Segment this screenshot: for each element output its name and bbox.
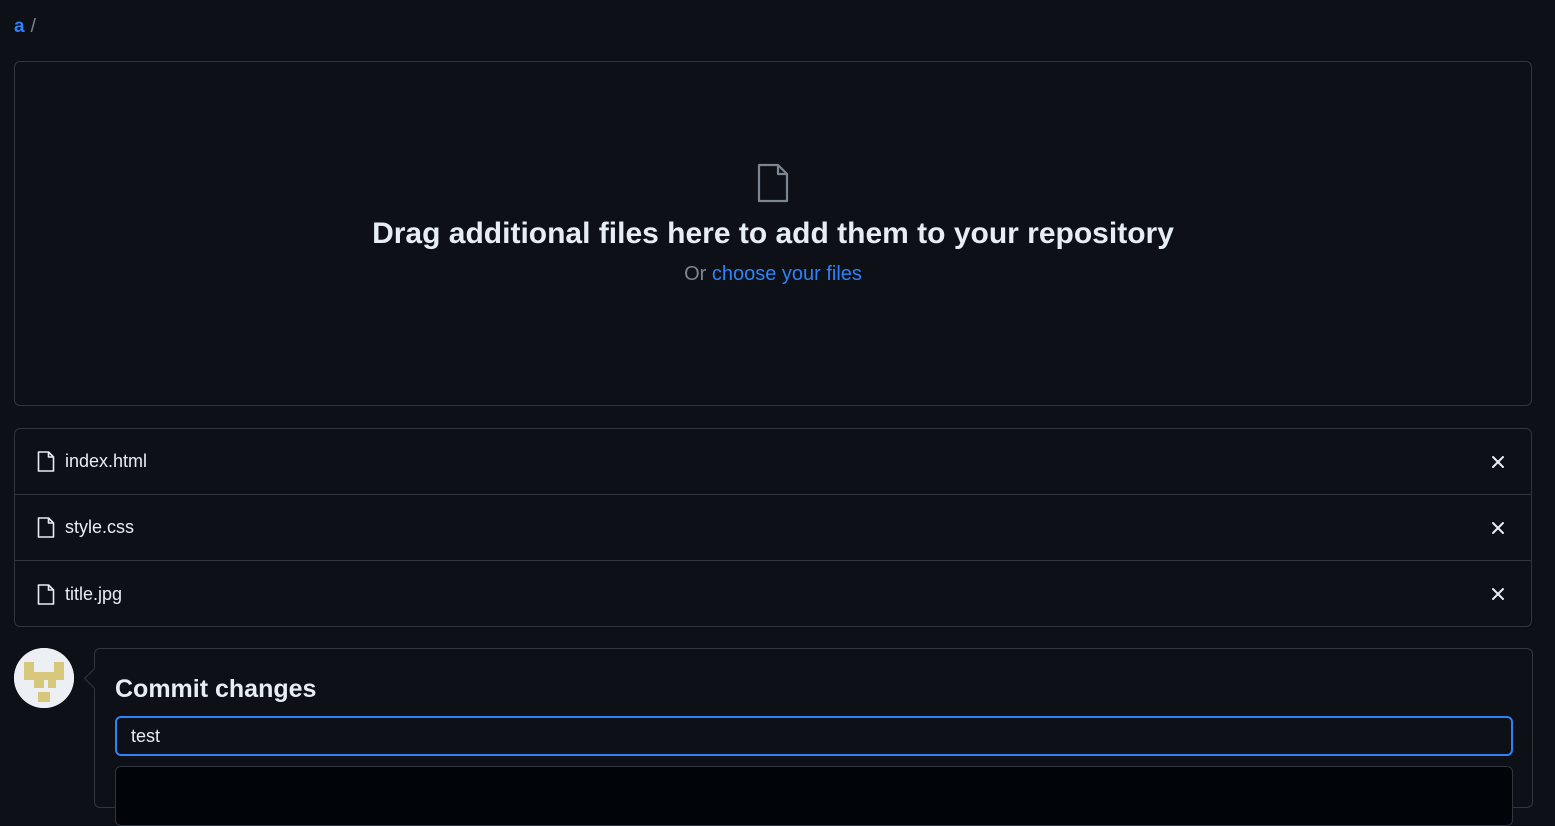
breadcrumb: a / xyxy=(14,16,36,38)
file-name: style.css xyxy=(65,517,135,537)
remove-file-button[interactable] xyxy=(1487,517,1509,539)
file-dropzone[interactable]: Drag additional files here to add them t… xyxy=(14,61,1532,406)
uploaded-file-list: index.html style.css title.jpg xyxy=(14,428,1532,627)
file-row: index.html xyxy=(15,429,1531,495)
breadcrumb-separator: / xyxy=(30,16,36,37)
remove-file-button[interactable] xyxy=(1487,583,1509,605)
file-icon xyxy=(37,583,55,605)
commit-panel: Commit changes xyxy=(83,648,1533,826)
avatar[interactable] xyxy=(14,648,74,708)
identicon xyxy=(14,648,74,708)
commit-message-input[interactable] xyxy=(115,716,1513,756)
repo-link[interactable]: a xyxy=(14,16,25,38)
file-row: title.jpg xyxy=(15,561,1531,626)
file-row: style.css xyxy=(15,495,1531,561)
choose-files-link[interactable]: choose your files xyxy=(712,263,862,285)
file-icon xyxy=(757,163,789,203)
close-icon xyxy=(1492,521,1504,534)
remove-file-button[interactable] xyxy=(1487,451,1509,473)
file-name: title.jpg xyxy=(65,583,123,604)
file-icon xyxy=(37,451,55,472)
commit-title: Commit changes xyxy=(115,675,317,703)
dropzone-or-text: Or xyxy=(684,263,707,285)
commit-description-field[interactable] xyxy=(115,766,1513,826)
close-icon xyxy=(1492,455,1504,468)
close-icon xyxy=(1492,588,1504,600)
commit-panel-pointer xyxy=(83,667,106,690)
dropzone-title: Drag additional files here to add them t… xyxy=(372,217,1174,250)
file-name: index.html xyxy=(65,451,148,471)
file-icon xyxy=(37,517,55,538)
dropzone-subtitle: Or choose your files xyxy=(684,263,862,286)
